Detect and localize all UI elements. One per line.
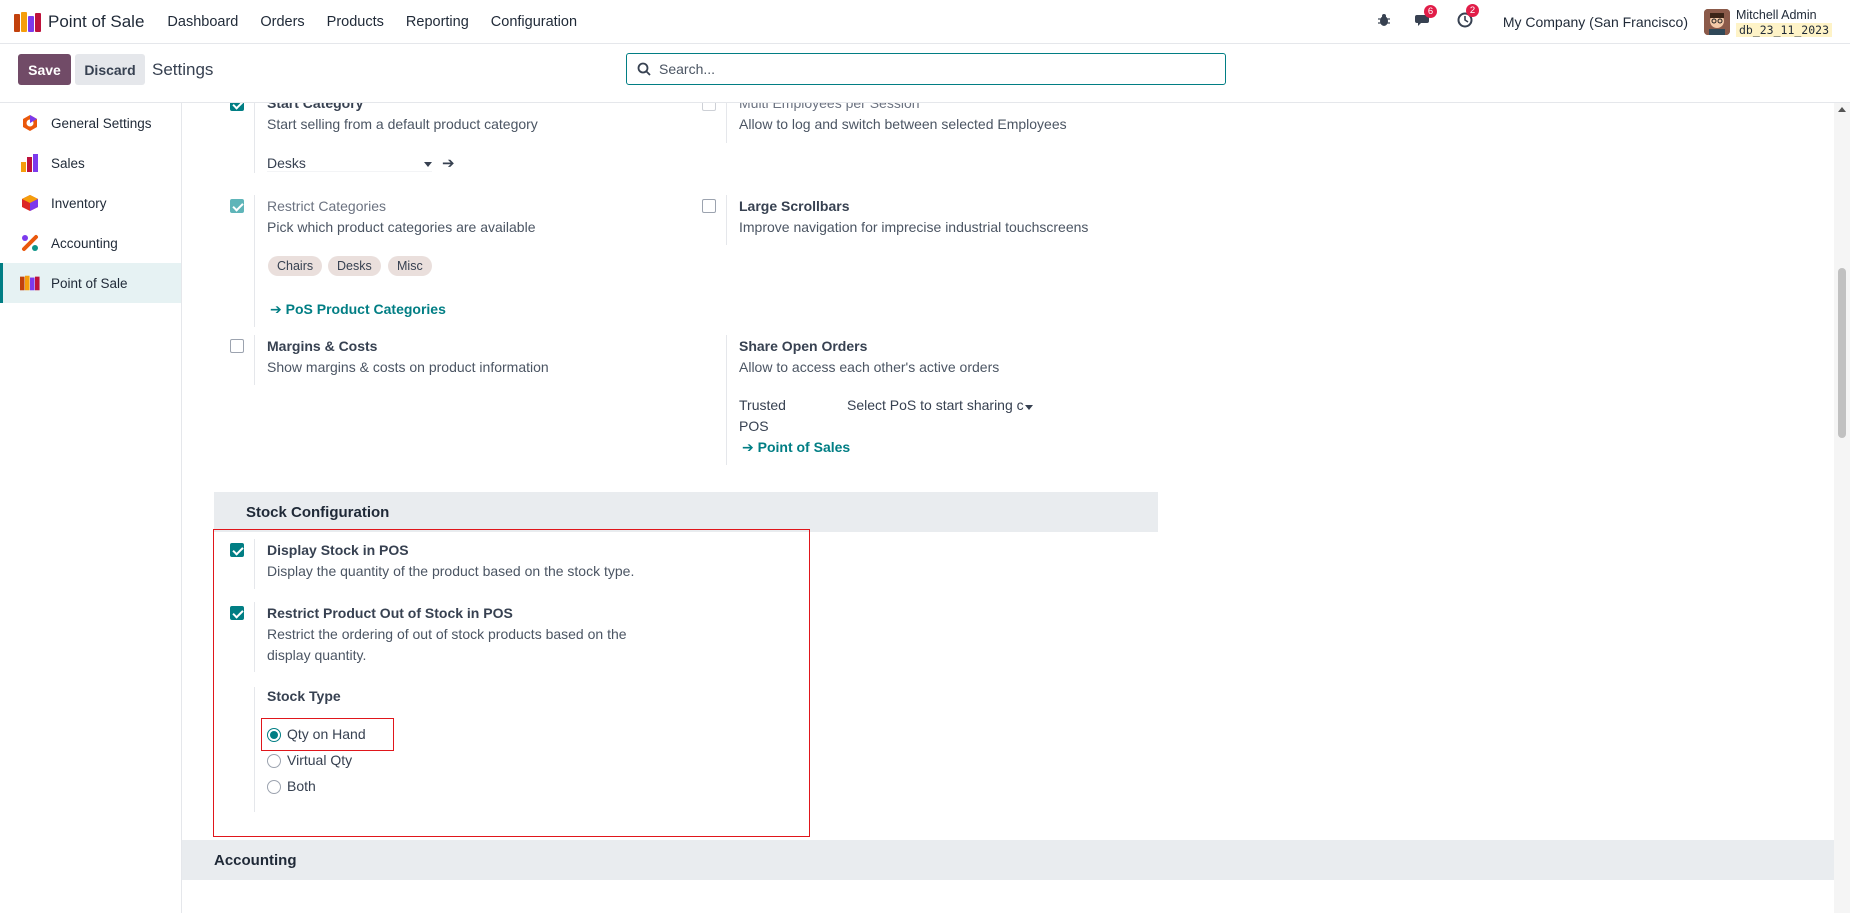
margins-costs-title: Margins & Costs bbox=[267, 338, 378, 354]
app-brand[interactable]: Point of Sale bbox=[14, 11, 145, 32]
user-menu[interactable]: Mitchell Admin db_23_11_2023 bbox=[1735, 7, 1832, 37]
sidebar-item-point-of-sale[interactable]: Point of Sale bbox=[0, 263, 181, 303]
content-scrollbar[interactable] bbox=[1834, 103, 1850, 913]
sidebar-item-label: General Settings bbox=[51, 115, 152, 131]
share-orders-title: Share Open Orders bbox=[739, 338, 868, 354]
qty-on-hand-highlight bbox=[261, 718, 394, 751]
restrict-categories-title: Restrict Categories bbox=[267, 198, 387, 214]
sidebar-item-inventory[interactable]: Inventory bbox=[0, 183, 181, 223]
sidebar-item-label: Accounting bbox=[51, 235, 118, 251]
debug-bug-icon[interactable] bbox=[1377, 13, 1391, 31]
pos-product-categories-link[interactable]: ➔ PoS Product Categories bbox=[270, 301, 446, 318]
sidebar-item-accounting[interactable]: Accounting bbox=[0, 223, 181, 263]
database-name: db_23_11_2023 bbox=[1735, 22, 1832, 37]
restrict-categories-checkbox[interactable] bbox=[230, 199, 244, 213]
activities-clock-icon[interactable]: 2 bbox=[1457, 4, 1480, 32]
user-name: Mitchell Admin bbox=[1735, 7, 1817, 22]
trusted-pos-label: Trusted POS bbox=[739, 397, 786, 434]
sidebar-item-label: Point of Sale bbox=[51, 275, 128, 291]
menu-orders[interactable]: Orders bbox=[249, 14, 315, 30]
open-category-arrow-icon[interactable]: ➔ bbox=[442, 154, 455, 172]
large-scrollbars-desc: Improve navigation for imprecise industr… bbox=[739, 219, 1089, 235]
menu-dashboard[interactable]: Dashboard bbox=[156, 14, 249, 30]
point-of-sale-icon bbox=[20, 273, 40, 293]
start-category-checkbox[interactable] bbox=[230, 103, 244, 111]
scrollbar-thumb[interactable] bbox=[1838, 268, 1846, 438]
restrict-categories-desc: Pick which product categories are availa… bbox=[267, 219, 536, 235]
large-scrollbars-checkbox[interactable] bbox=[702, 199, 716, 213]
breadcrumb: Settings bbox=[152, 60, 214, 79]
inventory-icon bbox=[20, 193, 40, 213]
stock-configuration-highlight bbox=[213, 529, 810, 837]
accounting-icon bbox=[20, 233, 40, 253]
control-panel: Save Discard Settings bbox=[0, 44, 1850, 103]
messages-icon[interactable]: 6 bbox=[1414, 4, 1438, 32]
menu-reporting[interactable]: Reporting bbox=[395, 14, 480, 30]
category-tag[interactable]: Chairs bbox=[268, 256, 323, 276]
settings-content: Start Category Start selling from a defa… bbox=[182, 103, 1834, 913]
chevron-down-icon bbox=[1025, 405, 1033, 410]
accounting-section-header: Accounting bbox=[182, 840, 1834, 880]
search-input[interactable] bbox=[659, 61, 1199, 77]
menu-configuration[interactable]: Configuration bbox=[480, 14, 588, 30]
category-tag[interactable]: Misc bbox=[388, 256, 432, 276]
activities-badge: 2 bbox=[1465, 4, 1480, 17]
sidebar-item-label: Inventory bbox=[51, 195, 107, 211]
search-icon bbox=[637, 62, 651, 76]
save-button[interactable]: Save bbox=[18, 54, 71, 85]
main-menu: Dashboard Orders Products Reporting Conf… bbox=[156, 14, 588, 30]
company-switcher[interactable]: My Company (San Francisco) bbox=[1503, 14, 1688, 30]
menu-products[interactable]: Products bbox=[316, 14, 395, 30]
search-bar bbox=[626, 53, 1226, 85]
discard-button[interactable]: Discard bbox=[75, 54, 145, 85]
multi-employees-title: Multi Employees per Session bbox=[739, 103, 920, 111]
general-settings-icon bbox=[20, 113, 40, 133]
app-title: Point of Sale bbox=[48, 11, 145, 31]
sidebar-item-label: Sales bbox=[51, 155, 85, 171]
multi-employees-desc: Allow to log and switch between selected… bbox=[739, 116, 1067, 132]
multi-employees-checkbox[interactable] bbox=[702, 103, 716, 111]
point-of-sale-logo-icon bbox=[14, 11, 41, 32]
navbar-right: 6 2 My Company (San Francisco) Mitchell … bbox=[1353, 0, 1832, 44]
sidebar-item-sales[interactable]: Sales bbox=[0, 143, 181, 183]
sidebar-item-general-settings[interactable]: General Settings bbox=[0, 103, 181, 143]
sales-icon bbox=[20, 153, 40, 173]
scroll-up-arrow-icon[interactable] bbox=[1838, 107, 1846, 112]
user-avatar[interactable] bbox=[1703, 9, 1730, 35]
arrow-right-icon: ➔ bbox=[742, 439, 754, 455]
messages-badge: 6 bbox=[1423, 4, 1438, 18]
start-category-select[interactable]: Desks bbox=[267, 155, 432, 172]
stock-configuration-header: Stock Configuration bbox=[214, 492, 1158, 532]
top-navbar: Point of Sale Dashboard Orders Products … bbox=[0, 0, 1850, 44]
large-scrollbars-title: Large Scrollbars bbox=[739, 198, 850, 214]
settings-sidebar: General Settings Sales Inventory Account… bbox=[0, 103, 182, 913]
trusted-pos-select[interactable]: Select PoS to start sharing c bbox=[847, 397, 1037, 413]
start-category-title: Start Category bbox=[267, 103, 364, 111]
arrow-right-icon: ➔ bbox=[270, 301, 282, 317]
margins-costs-desc: Show margins & costs on product informat… bbox=[267, 359, 549, 375]
category-tag[interactable]: Desks bbox=[328, 256, 381, 276]
start-category-desc: Start selling from a default product cat… bbox=[267, 116, 538, 132]
margins-costs-checkbox[interactable] bbox=[230, 339, 244, 353]
chevron-down-icon bbox=[424, 162, 432, 167]
point-of-sales-link[interactable]: ➔ Point of Sales bbox=[742, 439, 850, 456]
share-orders-desc: Allow to access each other's active orde… bbox=[739, 359, 1000, 375]
